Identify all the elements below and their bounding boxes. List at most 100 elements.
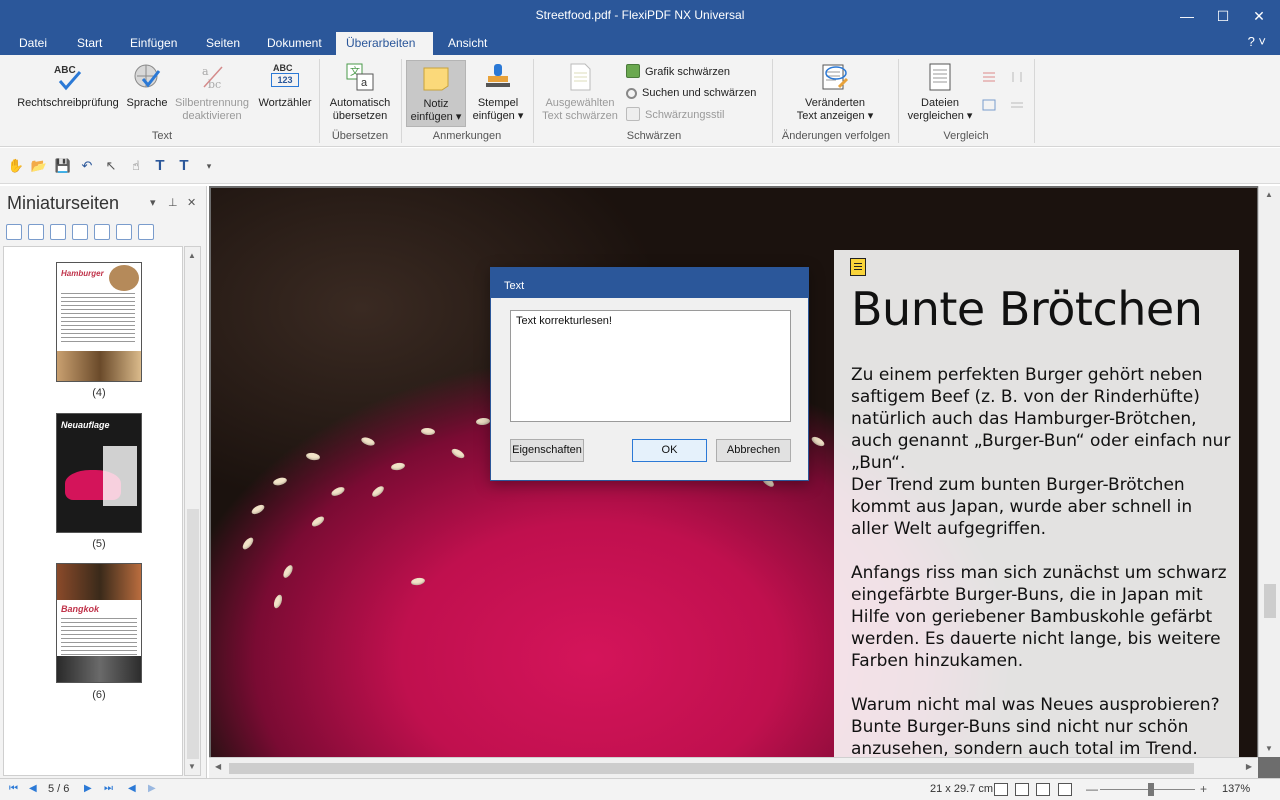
fit-width-view-icon[interactable] (1015, 783, 1029, 796)
thumbnail-page-4[interactable]: Hamburger (56, 262, 142, 382)
wordcount-button[interactable]: ABC 123 Wortzähler (255, 61, 315, 110)
panel-menu-icon[interactable]: ▾ (150, 196, 156, 209)
sesame-seed (475, 417, 491, 426)
article-paragraph: Der Trend zum bunten Burger-Brötchen kom… (851, 475, 1193, 539)
add-text-icon[interactable]: T (175, 157, 193, 175)
document-vertical-scrollbar[interactable]: ▲ ▼ (1258, 186, 1280, 757)
zoom-in-button[interactable]: + (1200, 782, 1207, 796)
forward-view-icon[interactable]: ▶ (148, 783, 156, 794)
compare-files-button[interactable]: Dateien vergleichen ▾ (904, 61, 976, 123)
sesame-seed (305, 451, 321, 462)
redact-selected-text-button[interactable]: Ausgewählten Text schwärzen (538, 61, 622, 123)
ribbon-separator (1034, 59, 1035, 143)
compare-view-icon[interactable] (982, 99, 996, 111)
hand-tool-icon[interactable]: ✋ (7, 157, 25, 175)
tab-dokument[interactable]: Dokument (257, 32, 332, 55)
properties-button[interactable]: Eigenschaften (510, 439, 584, 462)
scrollbar-thumb[interactable] (187, 509, 199, 759)
scroll-right-icon[interactable]: ▶ (1246, 762, 1252, 771)
next-page-icon[interactable]: ▶ (84, 783, 92, 794)
compare-rows-icon[interactable] (1010, 99, 1024, 111)
tab-seiten[interactable]: Seiten (196, 32, 250, 55)
tab-datei[interactable]: Datei (9, 32, 57, 55)
thumbnail-list: Hamburger (4) Neuauflage (5) Bangkok (6) (3, 246, 183, 776)
language-button[interactable]: Sprache (125, 61, 169, 110)
back-view-icon[interactable]: ◀ (128, 783, 136, 794)
save-icon[interactable]: 💾 (54, 157, 72, 175)
crop-page-icon[interactable] (50, 224, 66, 240)
thumbnail-page-5[interactable]: Neuauflage (56, 413, 142, 533)
redact-graphic-button[interactable]: Grafik schwärzen (626, 64, 730, 82)
auto-translate-button[interactable]: 文a Automatisch übersetzen (323, 61, 397, 123)
zoom-level[interactable]: 137% (1222, 783, 1250, 795)
single-page-view-icon[interactable] (994, 783, 1008, 796)
customize-toolbar-icon[interactable]: ▾ (200, 157, 218, 175)
select-arrow-icon[interactable]: ↖ (102, 157, 120, 175)
tab-ueberarbeiten[interactable]: Überarbeiten (336, 32, 433, 55)
thumbnail-image (57, 351, 141, 381)
ok-button[interactable]: OK (632, 439, 707, 462)
text-group-label: Text (151, 130, 173, 142)
replace-page-icon[interactable] (72, 224, 88, 240)
zoom-out-button[interactable]: — (1086, 782, 1098, 796)
two-page-view-icon[interactable] (1058, 783, 1072, 796)
scroll-down-icon[interactable]: ▼ (1265, 744, 1273, 753)
close-button[interactable]: ✕ (1243, 0, 1275, 32)
cancel-button[interactable]: Abbrechen (716, 439, 791, 462)
redaction-style-button[interactable]: Schwärzungsstil (626, 107, 724, 125)
compare-prev-icon[interactable] (982, 71, 996, 83)
compare-columns-icon[interactable] (1010, 71, 1024, 83)
scrollbar-thumb[interactable] (1264, 584, 1276, 618)
undo-icon[interactable]: ↶ (78, 157, 96, 175)
translate-icon: 文a (344, 61, 376, 93)
search-and-redact-button[interactable]: Suchen und schwärzen (626, 85, 756, 103)
document-horizontal-scrollbar[interactable]: ◀ ▶ (209, 757, 1258, 778)
article-paragraph: Warum nicht mal was Neues ausprobieren? … (851, 695, 1220, 757)
move-page-icon[interactable] (116, 224, 132, 240)
page-indicator[interactable]: 5 / 6 (48, 783, 69, 795)
pan-hand-icon[interactable]: ☝ (127, 157, 145, 175)
dialog-title: Text (491, 268, 808, 298)
scroll-up-icon[interactable]: ▲ (1265, 190, 1273, 199)
scroll-up-icon[interactable]: ▲ (188, 251, 196, 260)
last-page-icon[interactable]: ⏭ (104, 783, 113, 794)
tab-start[interactable]: Start (67, 32, 112, 55)
annotations-group-label: Anmerkungen (432, 130, 502, 142)
tab-ansicht[interactable]: Ansicht (438, 32, 497, 55)
insert-stamp-button[interactable]: Stempel einfügen ▾ (469, 61, 527, 123)
tab-einfuegen[interactable]: Einfügen (120, 32, 187, 55)
help-button[interactable]: ? ˅ (1248, 34, 1266, 49)
sesame-seed (410, 576, 426, 587)
open-folder-icon[interactable]: 📂 (30, 157, 48, 175)
maximize-button[interactable]: ☐ (1207, 0, 1239, 32)
compare-icon (924, 61, 956, 93)
thumbnail-scrollbar[interactable]: ▲ ▼ (184, 246, 201, 776)
scroll-left-icon[interactable]: ◀ (215, 762, 221, 771)
note-text-area[interactable]: Text korrekturlesen! (510, 310, 791, 422)
sesame-seed (281, 563, 295, 580)
panel-close-icon[interactable]: ✕ (187, 196, 196, 209)
first-page-icon[interactable]: ⏮ (9, 783, 18, 794)
minimize-button[interactable]: — (1171, 0, 1203, 32)
article-heading: Bunte Brötchen (851, 282, 1203, 336)
scroll-down-icon[interactable]: ▼ (188, 762, 196, 771)
text-tool-icon[interactable]: T (151, 157, 169, 175)
insert-note-button[interactable]: Notiz einfügen ▾ (406, 60, 466, 127)
previous-page-icon[interactable]: ◀ (29, 783, 37, 794)
show-changed-text-button[interactable]: Veränderten Text anzeigen ▾ (780, 61, 890, 123)
insert-page-icon[interactable] (28, 224, 44, 240)
continuous-view-icon[interactable] (1036, 783, 1050, 796)
pin-icon[interactable]: ⊥ (168, 196, 178, 209)
delete-page-icon[interactable] (138, 224, 154, 240)
zoom-slider-handle[interactable] (1148, 783, 1154, 796)
thumbnail-page-6[interactable]: Bangkok (56, 563, 142, 683)
translate-group-label: Übersetzen (331, 130, 389, 142)
document-icon (564, 61, 596, 93)
hyphenation-button[interactable]: a bc Silbentrennung deaktivieren (170, 61, 254, 123)
window-title: Streetfood.pdf - FlexiPDF NX Universal (535, 8, 745, 22)
scrollbar-thumb[interactable] (229, 763, 1194, 774)
note-annotation-icon[interactable] (850, 258, 866, 276)
spellcheck-button[interactable]: ABC Rechtschreibprüfung (12, 61, 124, 110)
rotate-page-icon[interactable] (6, 224, 22, 240)
extract-page-icon[interactable] (94, 224, 110, 240)
